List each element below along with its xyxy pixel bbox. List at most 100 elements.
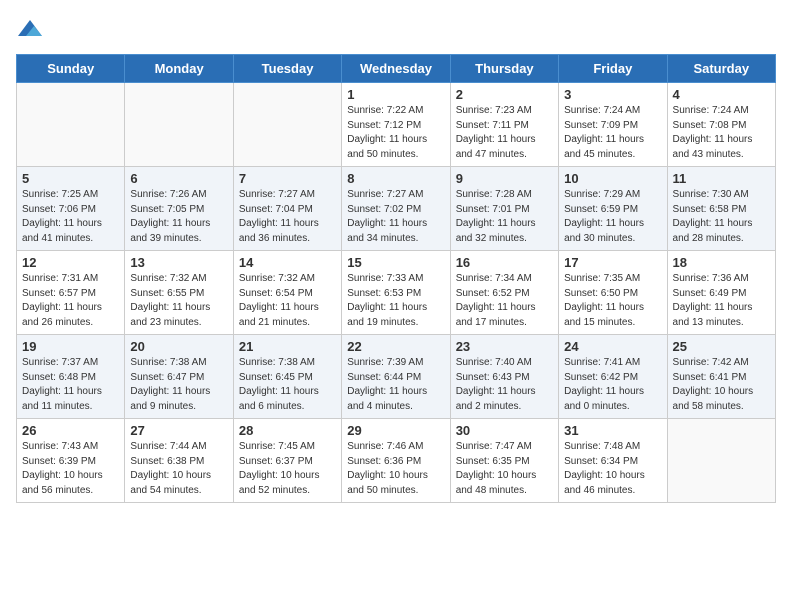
day-info: Sunrise: 7:27 AM Sunset: 7:02 PM Dayligh… xyxy=(347,188,444,246)
calendar-cell: 21 Sunrise: 7:38 AM Sunset: 6:45 PM Dayli… xyxy=(233,335,341,419)
calendar-cell: 2 Sunrise: 7:23 AM Sunset: 7:11 PM Daylig… xyxy=(450,83,558,167)
day-number: 8 xyxy=(347,171,444,186)
day-info: Sunrise: 7:30 AM Sunset: 6:58 PM Dayligh… xyxy=(673,188,770,246)
day-number: 1 xyxy=(347,87,444,102)
day-number: 20 xyxy=(130,339,227,354)
day-info: Sunrise: 7:26 AM Sunset: 7:05 PM Dayligh… xyxy=(130,188,227,246)
day-number: 16 xyxy=(456,255,553,270)
calendar-cell: 4 Sunrise: 7:24 AM Sunset: 7:08 PM Daylig… xyxy=(667,83,775,167)
day-number: 21 xyxy=(239,339,336,354)
calendar-cell: 12 Sunrise: 7:31 AM Sunset: 6:57 PM Dayli… xyxy=(17,251,125,335)
day-number: 22 xyxy=(347,339,444,354)
calendar-cell: 13 Sunrise: 7:32 AM Sunset: 6:55 PM Dayli… xyxy=(125,251,233,335)
day-info: Sunrise: 7:28 AM Sunset: 7:01 PM Dayligh… xyxy=(456,188,553,246)
day-number: 11 xyxy=(673,171,770,186)
day-number: 24 xyxy=(564,339,661,354)
calendar-cell xyxy=(17,83,125,167)
calendar-cell xyxy=(667,419,775,503)
day-header-thursday: Thursday xyxy=(450,55,558,83)
day-info: Sunrise: 7:24 AM Sunset: 7:08 PM Dayligh… xyxy=(673,104,770,162)
day-number: 5 xyxy=(22,171,119,186)
logo-icon xyxy=(16,16,44,44)
calendar-cell: 15 Sunrise: 7:33 AM Sunset: 6:53 PM Dayli… xyxy=(342,251,450,335)
calendar-cell: 16 Sunrise: 7:34 AM Sunset: 6:52 PM Dayli… xyxy=(450,251,558,335)
day-number: 6 xyxy=(130,171,227,186)
day-info: Sunrise: 7:31 AM Sunset: 6:57 PM Dayligh… xyxy=(22,272,119,330)
day-number: 13 xyxy=(130,255,227,270)
day-info: Sunrise: 7:29 AM Sunset: 6:59 PM Dayligh… xyxy=(564,188,661,246)
day-info: Sunrise: 7:22 AM Sunset: 7:12 PM Dayligh… xyxy=(347,104,444,162)
calendar-cell: 5Sunrise: 7:25 AM Sunset: 7:06 PM Daylig… xyxy=(17,167,125,251)
day-info: Sunrise: 7:32 AM Sunset: 6:55 PM Dayligh… xyxy=(130,272,227,330)
day-info: Sunrise: 7:27 AM Sunset: 7:04 PM Dayligh… xyxy=(239,188,336,246)
calendar-header-row: SundayMondayTuesdayWednesdayThursdayFrid… xyxy=(17,55,776,83)
day-info: Sunrise: 7:35 AM Sunset: 6:50 PM Dayligh… xyxy=(564,272,661,330)
calendar-cell: 6 Sunrise: 7:26 AM Sunset: 7:05 PM Daylig… xyxy=(125,167,233,251)
day-number: 9 xyxy=(456,171,553,186)
day-info: Sunrise: 7:40 AM Sunset: 6:43 PM Dayligh… xyxy=(456,356,553,414)
day-number: 7 xyxy=(239,171,336,186)
day-info: Sunrise: 7:37 AM Sunset: 6:48 PM Dayligh… xyxy=(22,356,119,414)
day-number: 18 xyxy=(673,255,770,270)
calendar-table: SundayMondayTuesdayWednesdayThursdayFrid… xyxy=(16,54,776,503)
calendar-week-4: 19 Sunrise: 7:37 AM Sunset: 6:48 PM Dayli… xyxy=(17,335,776,419)
day-number: 30 xyxy=(456,423,553,438)
day-header-friday: Friday xyxy=(559,55,667,83)
calendar-cell: 27 Sunrise: 7:44 AM Sunset: 6:38 PM Dayli… xyxy=(125,419,233,503)
calendar-week-3: 12 Sunrise: 7:31 AM Sunset: 6:57 PM Dayli… xyxy=(17,251,776,335)
day-header-sunday: Sunday xyxy=(17,55,125,83)
day-number: 15 xyxy=(347,255,444,270)
day-info: Sunrise: 7:44 AM Sunset: 6:38 PM Dayligh… xyxy=(130,440,227,498)
day-number: 2 xyxy=(456,87,553,102)
calendar-cell: 29Sunrise: 7:46 AM Sunset: 6:36 PM Dayli… xyxy=(342,419,450,503)
calendar-cell: 9 Sunrise: 7:28 AM Sunset: 7:01 PM Daylig… xyxy=(450,167,558,251)
day-header-saturday: Saturday xyxy=(667,55,775,83)
calendar-cell: 31 Sunrise: 7:48 AM Sunset: 6:34 PM Dayli… xyxy=(559,419,667,503)
calendar-cell xyxy=(233,83,341,167)
calendar-cell: 1 Sunrise: 7:22 AM Sunset: 7:12 PM Daylig… xyxy=(342,83,450,167)
day-info: Sunrise: 7:33 AM Sunset: 6:53 PM Dayligh… xyxy=(347,272,444,330)
calendar-cell: 28 Sunrise: 7:45 AM Sunset: 6:37 PM Dayli… xyxy=(233,419,341,503)
day-info: Sunrise: 7:46 AM Sunset: 6:36 PM Dayligh… xyxy=(347,440,444,498)
calendar-cell: 30 Sunrise: 7:47 AM Sunset: 6:35 PM Dayli… xyxy=(450,419,558,503)
day-number: 19 xyxy=(22,339,119,354)
day-header-tuesday: Tuesday xyxy=(233,55,341,83)
calendar-cell: 18Sunrise: 7:36 AM Sunset: 6:49 PM Dayli… xyxy=(667,251,775,335)
calendar-cell: 23 Sunrise: 7:40 AM Sunset: 6:43 PM Dayli… xyxy=(450,335,558,419)
calendar-cell: 22 Sunrise: 7:39 AM Sunset: 6:44 PM Dayli… xyxy=(342,335,450,419)
day-number: 14 xyxy=(239,255,336,270)
day-number: 25 xyxy=(673,339,770,354)
calendar-cell: 14 Sunrise: 7:32 AM Sunset: 6:54 PM Dayli… xyxy=(233,251,341,335)
day-info: Sunrise: 7:39 AM Sunset: 6:44 PM Dayligh… xyxy=(347,356,444,414)
calendar-cell: 3Sunrise: 7:24 AM Sunset: 7:09 PM Daylig… xyxy=(559,83,667,167)
day-info: Sunrise: 7:43 AM Sunset: 6:39 PM Dayligh… xyxy=(22,440,119,498)
day-info: Sunrise: 7:24 AM Sunset: 7:09 PM Dayligh… xyxy=(564,104,661,162)
day-info: Sunrise: 7:32 AM Sunset: 6:54 PM Dayligh… xyxy=(239,272,336,330)
calendar-cell: 20Sunrise: 7:38 AM Sunset: 6:47 PM Dayli… xyxy=(125,335,233,419)
calendar-cell: 24Sunrise: 7:41 AM Sunset: 6:42 PM Dayli… xyxy=(559,335,667,419)
day-number: 4 xyxy=(673,87,770,102)
calendar-cell: 7 Sunrise: 7:27 AM Sunset: 7:04 PM Daylig… xyxy=(233,167,341,251)
day-number: 28 xyxy=(239,423,336,438)
day-info: Sunrise: 7:38 AM Sunset: 6:45 PM Dayligh… xyxy=(239,356,336,414)
day-number: 23 xyxy=(456,339,553,354)
calendar-cell: 25 Sunrise: 7:42 AM Sunset: 6:41 PM Dayli… xyxy=(667,335,775,419)
day-info: Sunrise: 7:48 AM Sunset: 6:34 PM Dayligh… xyxy=(564,440,661,498)
day-info: Sunrise: 7:47 AM Sunset: 6:35 PM Dayligh… xyxy=(456,440,553,498)
calendar-cell: 10 Sunrise: 7:29 AM Sunset: 6:59 PM Dayli… xyxy=(559,167,667,251)
day-number: 27 xyxy=(130,423,227,438)
day-number: 31 xyxy=(564,423,661,438)
day-number: 12 xyxy=(22,255,119,270)
day-number: 17 xyxy=(564,255,661,270)
calendar-week-1: 1 Sunrise: 7:22 AM Sunset: 7:12 PM Daylig… xyxy=(17,83,776,167)
calendar-cell: 19 Sunrise: 7:37 AM Sunset: 6:48 PM Dayli… xyxy=(17,335,125,419)
day-info: Sunrise: 7:42 AM Sunset: 6:41 PM Dayligh… xyxy=(673,356,770,414)
day-number: 10 xyxy=(564,171,661,186)
day-header-wednesday: Wednesday xyxy=(342,55,450,83)
day-info: Sunrise: 7:45 AM Sunset: 6:37 PM Dayligh… xyxy=(239,440,336,498)
day-header-monday: Monday xyxy=(125,55,233,83)
day-number: 26 xyxy=(22,423,119,438)
day-info: Sunrise: 7:34 AM Sunset: 6:52 PM Dayligh… xyxy=(456,272,553,330)
calendar-cell: 11 Sunrise: 7:30 AM Sunset: 6:58 PM Dayli… xyxy=(667,167,775,251)
day-info: Sunrise: 7:23 AM Sunset: 7:11 PM Dayligh… xyxy=(456,104,553,162)
